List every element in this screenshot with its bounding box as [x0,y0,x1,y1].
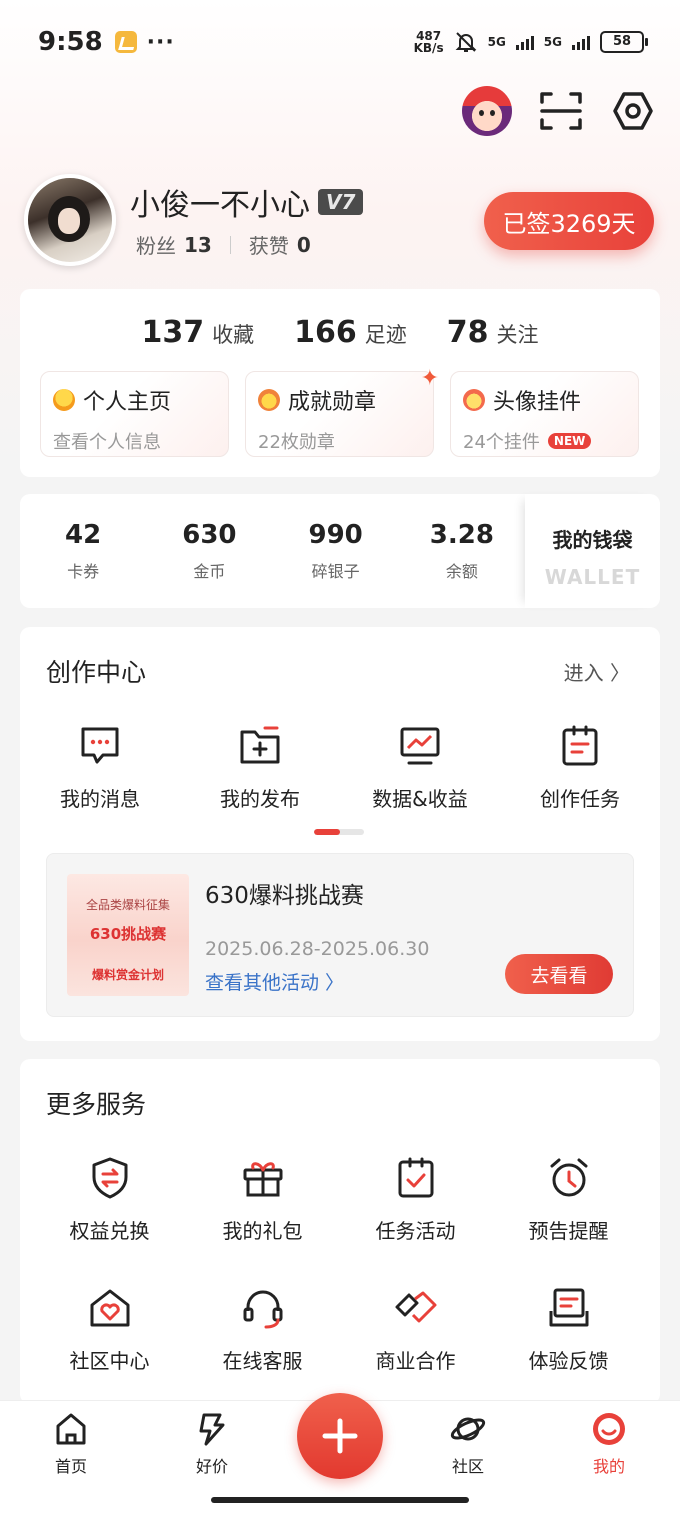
personal-page-icon [53,389,75,411]
service-business-cooperation[interactable]: 商业合作 [339,1285,492,1374]
signed-in-button[interactable]: 已签3269天 [484,192,654,250]
top-action-icons [462,86,656,136]
me-icon [593,1413,625,1445]
notification-app-icon [114,31,137,53]
data-earnings-button[interactable]: 数据&收益 [340,723,500,812]
home-indicator[interactable] [211,1497,469,1503]
status-time: 9:58 [38,27,103,57]
deal-icon [199,1413,225,1446]
planet-icon [450,1417,486,1441]
alarm-clock-icon [550,1158,587,1197]
sparkle-icon: ✦ [420,366,439,391]
enter-link[interactable]: 进入 〉 [564,657,630,686]
new-badge: NEW [547,433,592,449]
publish-icon [240,726,280,764]
bottom-nav: 首页 好价 社区 我的 [0,1393,680,1513]
tile-avatar-pendant[interactable]: 头像挂件 24个挂件 NEW [450,371,639,457]
wallet-gold-coins[interactable]: 630 金币 [146,494,272,608]
signal-icon [515,34,534,50]
service-online-support[interactable]: 在线客服 [186,1285,339,1374]
plus-icon [322,1418,358,1454]
my-wallet-button[interactable]: 我的钱袋 WALLET [525,494,660,608]
network-speed: 487 KB/s [413,29,444,55]
username-row[interactable]: 小俊一不小心 V7 [130,180,364,224]
promo-image: 全品类爆料征集 630挑战赛 爆料赏金计划 [67,874,189,996]
feedback-icon [549,1288,588,1327]
more-services-card: 更多服务 权益兑换 我的礼包 任务活动 预告提醒 社区中心 在线客服 商业合作 … [20,1059,660,1404]
creation-center-title: 创作中心 [46,658,147,687]
likes-count[interactable]: 0 [297,233,311,257]
network-5g-2: 5G [543,35,562,49]
community-heart-icon [90,1289,129,1327]
bell-muted-icon [455,32,477,52]
service-community-center[interactable]: 社区中心 [33,1285,186,1374]
signal-icon-2 [572,34,590,50]
nav-deals[interactable]: 好价 [172,1411,252,1477]
gift-icon [243,1162,282,1197]
stats-card: 137 收藏 166 足迹 78 关注 个人主页 查看个人信息 ✦ 成就勋章 22枚勋… [20,289,660,477]
home-icon [56,1413,86,1445]
fans-likes-row: 粉丝 13 获赞 0 [136,230,311,259]
wallet-silver[interactable]: 990 碎银子 [273,494,399,608]
task-icon [562,725,598,766]
medal-icon [258,389,280,411]
clipboard-check-icon [398,1157,433,1198]
wallet-coupons[interactable]: 42 卡券 [20,494,146,608]
nav-community[interactable]: 社区 [428,1411,508,1477]
my-messages-button[interactable]: 我的消息 [20,723,180,812]
battery-icon: 58 [600,31,648,53]
promo-date: 2025.06.28-2025.06.30 [205,938,430,960]
likes-label: 获赞 [248,234,289,258]
level-badge: V7 [318,189,364,215]
service-rights-exchange[interactable]: 权益兑换 [33,1155,186,1244]
settings-icon[interactable] [610,88,656,134]
mascot-avatar-icon[interactable] [462,86,512,136]
stat-footprints[interactable]: 166 足迹 [294,315,407,350]
creation-tasks-button[interactable]: 创作任务 [500,723,660,812]
user-avatar[interactable] [24,174,116,266]
fans-count[interactable]: 13 [184,233,212,257]
view-other-activities-link[interactable]: 查看其他活动 〉 [205,968,344,995]
service-task-activities[interactable]: 任务活动 [339,1155,492,1244]
status-bar: 9:58 ··· 487 KB/s 5G 5G 58 [38,22,648,62]
divider [229,235,231,254]
tile-personal-page[interactable]: 个人主页 查看个人信息 [40,371,229,457]
network-5g-1: 5G [487,35,506,49]
scan-icon[interactable] [538,88,584,134]
data-icon [400,727,440,765]
creation-center-card: 创作中心 进入 〉 我的消息 我的发布 数据&收益 创作任务 全品类爆料征集 6… [20,627,660,1041]
username: 小俊一不小心 [130,188,310,223]
carousel-pager [314,829,364,835]
promo-title: 630爆料挑战赛 [205,883,364,909]
wallet-balance[interactable]: 3.28 余额 [399,494,525,608]
nav-home[interactable]: 首页 [31,1411,111,1477]
status-more-dots: ··· [146,29,175,55]
more-services-title: 更多服务 [46,1090,147,1119]
fans-label: 粉丝 [136,234,176,258]
service-my-gifts[interactable]: 我的礼包 [186,1155,339,1244]
handshake-icon [395,1291,436,1323]
pendant-icon [463,389,485,411]
wallet-card: 42 卡券 630 金币 990 碎银子 3.28 余额 我的钱袋 WALLET [20,494,660,608]
go-see-button[interactable]: 去看看 [505,954,613,994]
nav-me[interactable]: 我的 [569,1411,649,1477]
exchange-shield-icon [92,1157,127,1199]
tile-achievement-medals[interactable]: ✦ 成就勋章 22枚勋章 [245,366,439,457]
service-reminders[interactable]: 预告提醒 [492,1155,645,1244]
headset-icon [243,1290,282,1329]
publish-plus-button[interactable] [297,1393,383,1479]
stat-following[interactable]: 78 关注 [447,315,539,350]
stat-favorites[interactable]: 137 收藏 [142,315,255,350]
my-publish-button[interactable]: 我的发布 [180,723,340,812]
service-feedback[interactable]: 体验反馈 [492,1285,645,1374]
message-icon [81,727,119,764]
promo-card[interactable]: 全品类爆料征集 630挑战赛 爆料赏金计划 630爆料挑战赛 2025.06.2… [46,853,634,1017]
